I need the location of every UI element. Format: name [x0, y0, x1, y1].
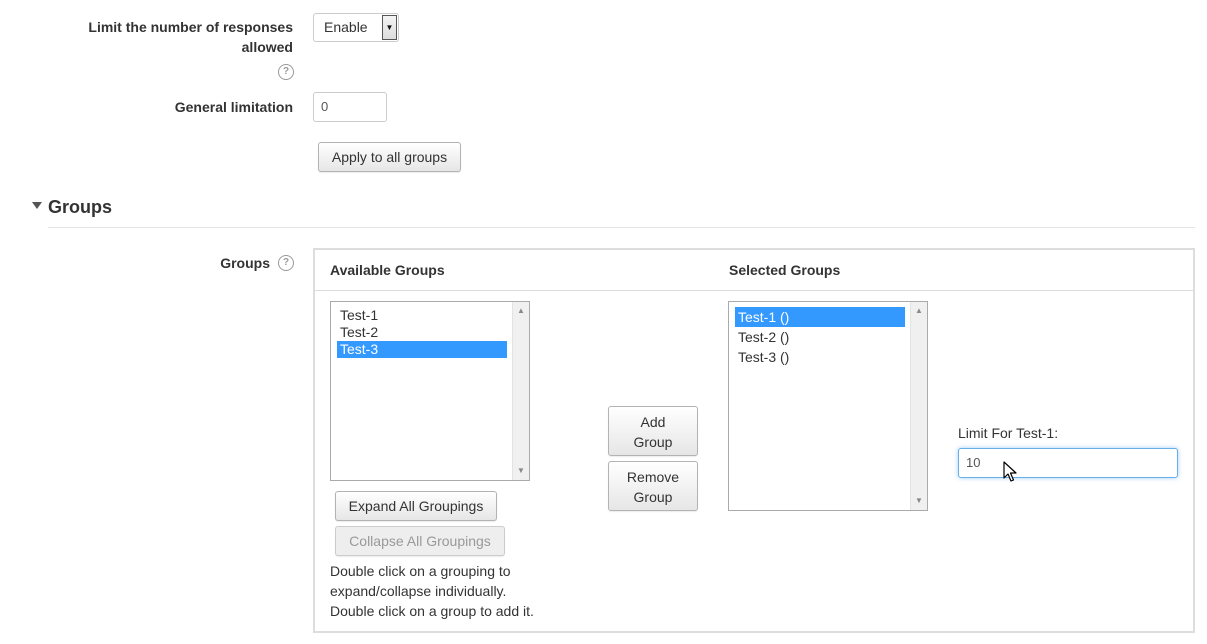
help-text: Double click on a grouping to expand/col… — [330, 561, 545, 621]
general-limitation-label: General limitation — [174, 99, 293, 115]
section-divider — [48, 227, 1195, 228]
list-item[interactable]: Test-3 — [337, 341, 507, 358]
limit-for-label: Limit For Test-1: — [958, 425, 1059, 441]
groups-label: Groups — [220, 255, 270, 271]
select-value: Enable — [324, 19, 368, 35]
mouse-cursor-icon — [1003, 461, 1017, 482]
collapse-all-groupings-button[interactable]: Collapse All Groupings — [335, 526, 505, 556]
scrollbar[interactable]: ▲ ▼ — [512, 302, 529, 480]
remove-group-button[interactable]: Remove Group — [608, 461, 698, 511]
groups-panel-header-divider — [315, 290, 1193, 291]
dropdown-arrow-icon[interactable]: ▼ — [382, 15, 397, 40]
list-item[interactable]: Test-2 () — [735, 327, 905, 347]
selected-groups-header: Selected Groups — [729, 262, 841, 278]
scroll-down-icon[interactable]: ▼ — [911, 494, 927, 508]
available-groups-list[interactable]: Test-1 Test-2 Test-3 ▲ ▼ — [330, 301, 530, 481]
add-group-label: Add Group — [633, 414, 673, 450]
collapse-triangle-icon[interactable] — [32, 202, 42, 209]
general-limitation-input[interactable]: 0 — [313, 92, 387, 122]
expand-all-groupings-button[interactable]: Expand All Groupings — [335, 491, 497, 521]
list-item[interactable]: Test-1 — [337, 307, 507, 324]
scroll-up-icon[interactable]: ▲ — [911, 304, 927, 318]
limit-for-value: 10 — [966, 455, 981, 470]
help-text-line: Double click on a group to add it. — [330, 603, 534, 619]
help-icon[interactable]: ? — [278, 255, 294, 271]
add-group-button[interactable]: Add Group — [608, 406, 698, 456]
apply-to-all-groups-button[interactable]: Apply to all groups — [318, 142, 461, 172]
limit-responses-select[interactable]: Enable ▼ — [313, 13, 399, 42]
scroll-down-icon[interactable]: ▼ — [513, 464, 529, 478]
limit-for-input[interactable]: 10 — [958, 448, 1178, 478]
list-item[interactable]: Test-1 () — [735, 307, 905, 327]
general-limitation-value: 0 — [321, 99, 329, 114]
help-icon[interactable]: ? — [278, 64, 294, 80]
list-item[interactable]: Test-3 () — [735, 347, 905, 367]
remove-group-label: Remove Group — [626, 469, 680, 505]
list-item[interactable]: Test-2 — [337, 324, 507, 341]
scroll-up-icon[interactable]: ▲ — [513, 304, 529, 318]
limit-responses-label: Limit the number of responses allowed — [88, 19, 293, 55]
selected-groups-list[interactable]: Test-1 () Test-2 () Test-3 () ▲ ▼ — [728, 301, 928, 511]
section-title[interactable]: Groups — [48, 195, 112, 219]
scrollbar[interactable]: ▲ ▼ — [910, 302, 927, 510]
help-text-line: Double click on a grouping to expand/col… — [330, 563, 511, 599]
available-groups-header: Available Groups — [330, 262, 445, 278]
